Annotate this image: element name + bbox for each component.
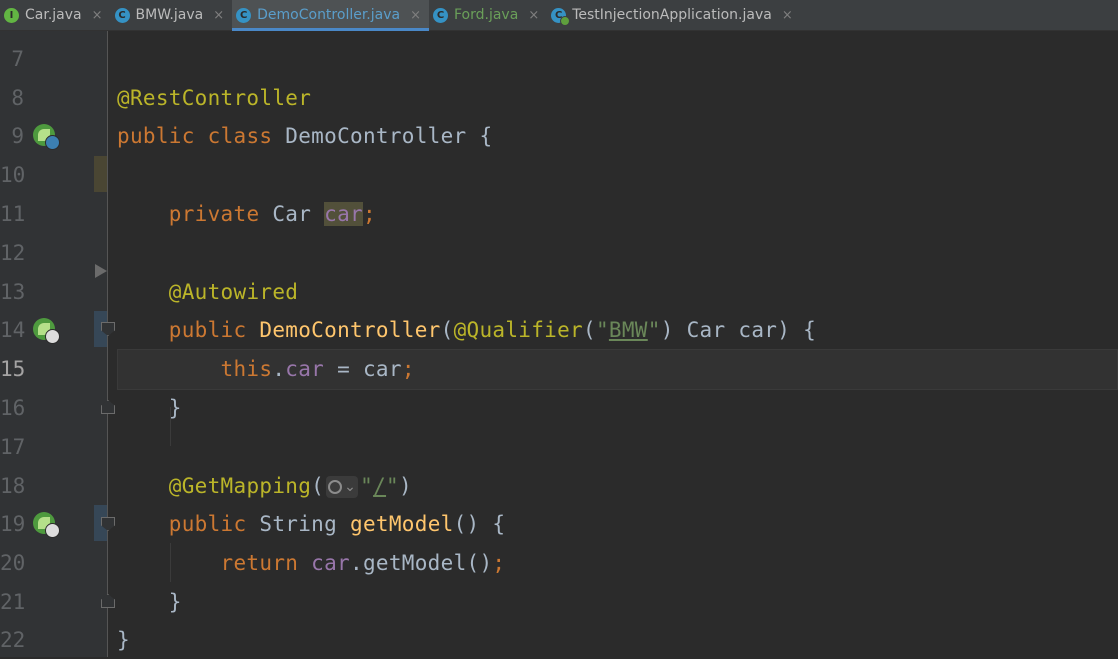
- code-line-current[interactable]: 15 this.car = car;: [0, 349, 1118, 388]
- class-icon: C: [236, 7, 252, 23]
- close-icon[interactable]: ×: [213, 8, 224, 23]
- tab-bmw-java[interactable]: C BMW.java ×: [111, 0, 233, 30]
- class-icon: C: [433, 7, 448, 23]
- code-text: }: [117, 627, 130, 652]
- code-line[interactable]: 18 @GetMapping(⌄ "/"): [0, 466, 1118, 505]
- code-line[interactable]: 22 }: [0, 620, 1118, 659]
- code-line[interactable]: 21 }: [0, 582, 1118, 621]
- code-line[interactable]: 12: [0, 233, 1118, 272]
- line-number: 8: [11, 85, 24, 110]
- line-number: 16: [0, 395, 26, 420]
- tab-car-java[interactable]: I Car.java ×: [0, 0, 111, 30]
- line-number: 13: [0, 279, 26, 304]
- editor-tab-bar: I Car.java × C BMW.java × C DemoControll…: [0, 0, 1118, 31]
- code-text: public DemoController(@Qualifier("BMW") …: [168, 317, 817, 342]
- line-number: 12: [0, 240, 26, 265]
- chevron-down-icon: ⌄: [344, 478, 357, 495]
- tab-democontroller-java[interactable]: C DemoController.java ×: [232, 0, 429, 31]
- code-line[interactable]: 10: [0, 155, 1118, 194]
- tab-label: Ford.java: [454, 7, 519, 23]
- line-number: 21: [0, 589, 26, 614]
- line-number: 14: [0, 317, 26, 342]
- line-number: 10: [0, 162, 26, 187]
- code-text: return car.getModel();: [220, 550, 506, 575]
- code-text: @Autowired: [168, 279, 299, 304]
- tab-label: Car.java: [25, 7, 82, 23]
- close-icon[interactable]: ×: [528, 8, 539, 23]
- interface-icon: I: [4, 7, 19, 23]
- code-text: private Car car;: [168, 201, 376, 226]
- close-icon[interactable]: ×: [410, 8, 421, 23]
- code-text: }: [168, 589, 182, 614]
- code-line[interactable]: 11 private Car car;: [0, 194, 1118, 233]
- line-number: 22: [0, 627, 26, 652]
- selected-identifier: car: [324, 201, 363, 226]
- endpoint-inlay-hint[interactable]: ⌄: [326, 475, 359, 498]
- line-number: 17: [0, 434, 26, 459]
- code-line[interactable]: 19 public String getModel() {: [0, 504, 1118, 543]
- tab-label: DemoController.java: [257, 7, 401, 23]
- line-number: 19: [0, 511, 26, 536]
- spring-app-icon: C: [551, 7, 571, 26]
- code-text: @GetMapping(⌄ "/"): [168, 473, 412, 498]
- line-number: 11: [0, 201, 26, 226]
- code-line[interactable]: 17: [0, 427, 1118, 466]
- code-text: public class DemoController {: [117, 123, 493, 148]
- line-number: 20: [0, 550, 26, 575]
- code-line[interactable]: 14 public DemoController(@Qualifier("BMW…: [0, 310, 1118, 349]
- code-text: public String getModel() {: [168, 511, 506, 536]
- tab-label: TestInjectionApplication.java: [572, 7, 772, 23]
- code-line[interactable]: 7: [0, 39, 1118, 78]
- code-text: }: [168, 395, 182, 420]
- code-editor[interactable]: 7 8 @RestController 9 public class DemoC…: [0, 31, 1118, 657]
- code-text: @RestController: [117, 85, 312, 110]
- tab-label: BMW.java: [135, 7, 204, 23]
- class-icon: C: [114, 7, 130, 23]
- globe-icon: [328, 479, 343, 494]
- tab-ford-java[interactable]: C Ford.java ×: [429, 0, 547, 30]
- code-line[interactable]: 9 public class DemoController {: [0, 116, 1118, 155]
- line-number: 15: [0, 356, 26, 381]
- code-line[interactable]: 16 }: [0, 388, 1118, 427]
- code-text: this.car = car;: [220, 356, 415, 381]
- code-line[interactable]: 8 @RestController: [0, 78, 1118, 117]
- tab-testinjectionapplication-java[interactable]: C TestInjectionApplication.java ×: [547, 0, 801, 30]
- close-icon[interactable]: ×: [92, 8, 103, 23]
- line-number: 7: [11, 46, 24, 71]
- line-number: 18: [0, 473, 26, 498]
- line-number: 9: [11, 123, 24, 148]
- code-line[interactable]: 13 @Autowired: [0, 272, 1118, 311]
- code-line[interactable]: 20 return car.getModel();: [0, 543, 1118, 582]
- close-icon[interactable]: ×: [782, 8, 793, 23]
